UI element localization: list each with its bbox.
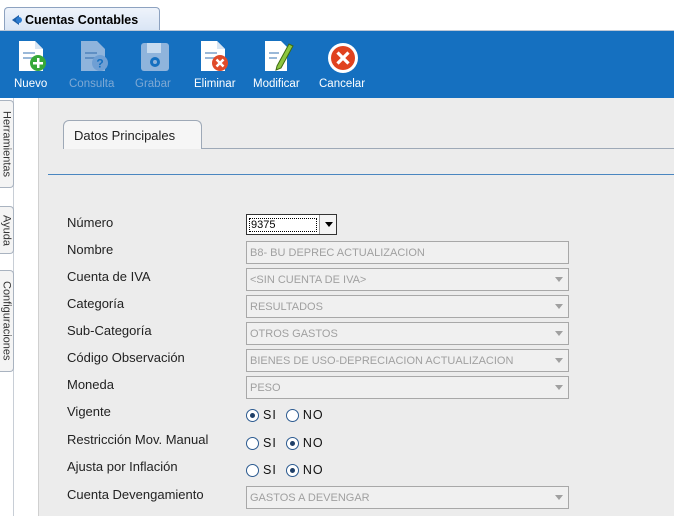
save-disk-icon bbox=[141, 43, 169, 71]
cancelar-label: Cancelar bbox=[319, 78, 366, 90]
side-tab-herramientas-label: Herramientas bbox=[0, 110, 13, 178]
eliminar-button[interactable]: Eliminar bbox=[192, 31, 240, 98]
numero-combobox[interactable]: 9375 bbox=[246, 214, 337, 235]
categoria-select[interactable]: RESULTADOS bbox=[246, 295, 569, 318]
consulta-button[interactable]: ? Consulta bbox=[67, 31, 121, 98]
chevron-down-icon bbox=[555, 277, 563, 282]
ajusta-inflacion-radio-group: SI NO bbox=[246, 461, 333, 479]
vigente-radio-group: SI NO bbox=[246, 406, 333, 424]
window-tab-cuentas-contables[interactable]: Cuentas Contables bbox=[4, 7, 160, 31]
restriccion-label: Restricción Mov. Manual bbox=[67, 432, 209, 447]
cuenta-iva-value: <SIN CUENTA DE IVA> bbox=[250, 274, 367, 286]
side-tab-configuraciones-label: Configuraciones bbox=[0, 281, 13, 361]
numero-dropdown-button[interactable] bbox=[319, 215, 336, 234]
numero-value: 9375 bbox=[249, 218, 317, 232]
main-area: Datos Principales Número Nombre Cuenta d… bbox=[15, 98, 674, 516]
ajusta-inflacion-no-radio[interactable] bbox=[285, 463, 299, 477]
window-tab-strip: Cuentas Contables bbox=[0, 0, 674, 31]
vigente-no-radio[interactable] bbox=[285, 408, 299, 422]
chevron-down-icon bbox=[555, 495, 563, 500]
new-document-plus-icon bbox=[19, 41, 46, 71]
side-tab-ayuda-label: Ayuda bbox=[0, 214, 13, 246]
chevron-down-icon bbox=[555, 331, 563, 336]
tab-baseline bbox=[201, 148, 674, 149]
chevron-down-icon bbox=[325, 222, 333, 227]
tab-datos-principales-label: Datos Principales bbox=[74, 128, 176, 143]
cuenta-devengamiento-select[interactable]: GASTOS A DEVENGAR bbox=[246, 486, 569, 509]
codigo-observacion-select[interactable]: BIENES DE USO-DEPRECIACION ACTUALIZACION bbox=[246, 349, 569, 372]
svg-text:?: ? bbox=[96, 57, 103, 71]
document-delete-icon bbox=[201, 41, 228, 71]
side-tab-ayuda[interactable]: Ayuda bbox=[0, 206, 14, 254]
document-edit-pencil-icon bbox=[265, 41, 294, 71]
nombre-value: B8- BU DEPREC ACTUALIZACION bbox=[250, 247, 425, 259]
ajusta-inflacion-label: Ajusta por Inflación bbox=[67, 459, 178, 474]
section-separator bbox=[48, 174, 674, 175]
side-tab-configuraciones[interactable]: Configuraciones bbox=[0, 270, 14, 372]
cancel-circle-icon bbox=[328, 43, 358, 73]
moneda-label: Moneda bbox=[67, 377, 114, 392]
sub-categoria-select[interactable]: OTROS GASTOS bbox=[246, 322, 569, 345]
nombre-field[interactable]: B8- BU DEPREC ACTUALIZACION bbox=[246, 241, 569, 264]
cuenta-devengamiento-value: GASTOS A DEVENGAR bbox=[250, 492, 370, 504]
vigente-label: Vigente bbox=[67, 404, 111, 419]
sub-categoria-label: Sub-Categoría bbox=[67, 323, 152, 338]
vigente-no-label: NO bbox=[302, 408, 324, 422]
restriccion-si-label: SI bbox=[263, 436, 277, 450]
modificar-label: Modificar bbox=[253, 78, 300, 90]
modificar-button[interactable]: Modificar bbox=[252, 31, 308, 98]
restriccion-radio-group: SI NO bbox=[246, 434, 333, 452]
toolbar: Nuevo ? Consulta Grabar Eliminar Modific… bbox=[0, 31, 674, 98]
nombre-label: Nombre bbox=[67, 242, 114, 257]
chevron-down-icon bbox=[555, 304, 563, 309]
restriccion-no-radio[interactable] bbox=[285, 436, 299, 450]
consulta-label: Consulta bbox=[69, 78, 115, 90]
numero-label: Número bbox=[67, 215, 114, 230]
categoria-value: RESULTADOS bbox=[250, 301, 323, 313]
categoria-label: Categoría bbox=[67, 296, 125, 311]
codigo-observacion-label: Código Observación bbox=[67, 350, 185, 365]
side-tab-herramientas[interactable]: Herramientas bbox=[0, 100, 14, 188]
cuenta-iva-label: Cuenta de IVA bbox=[67, 269, 151, 284]
ajusta-inflacion-si-label: SI bbox=[263, 463, 277, 477]
window-tab-title: Cuentas Contables bbox=[25, 12, 139, 27]
window-tab-icon bbox=[12, 15, 22, 25]
restriccion-no-label: NO bbox=[302, 436, 324, 450]
grabar-label: Grabar bbox=[135, 78, 171, 90]
cuenta-devengamiento-label: Cuenta Devengamiento bbox=[67, 487, 204, 502]
cancelar-button[interactable]: Cancelar bbox=[318, 31, 368, 98]
moneda-select[interactable]: PESO bbox=[246, 376, 569, 399]
sub-categoria-value: OTROS GASTOS bbox=[250, 328, 338, 340]
tab-datos-principales[interactable]: Datos Principales bbox=[63, 120, 202, 149]
ajusta-inflacion-si-radio[interactable] bbox=[246, 463, 259, 477]
vigente-si-radio[interactable] bbox=[246, 408, 259, 422]
cuenta-iva-select[interactable]: <SIN CUENTA DE IVA> bbox=[246, 268, 569, 291]
moneda-value: PESO bbox=[250, 382, 281, 394]
restriccion-si-radio[interactable] bbox=[246, 436, 259, 450]
chevron-down-icon bbox=[555, 358, 563, 363]
nuevo-button[interactable]: Nuevo bbox=[14, 31, 54, 98]
nuevo-label: Nuevo bbox=[14, 78, 48, 90]
side-tab-bar: Herramientas Ayuda Configuraciones bbox=[0, 98, 14, 516]
eliminar-label: Eliminar bbox=[194, 78, 236, 90]
ajusta-inflacion-no-label: NO bbox=[302, 463, 324, 477]
vigente-si-label: SI bbox=[263, 408, 277, 422]
grabar-button[interactable]: Grabar bbox=[133, 31, 175, 98]
chevron-down-icon bbox=[555, 385, 563, 390]
codigo-observacion-value: BIENES DE USO-DEPRECIACION ACTUALIZACION bbox=[250, 355, 514, 367]
document-question-icon: ? bbox=[81, 41, 108, 71]
form-panel: Datos Principales Número Nombre Cuenta d… bbox=[38, 98, 674, 516]
